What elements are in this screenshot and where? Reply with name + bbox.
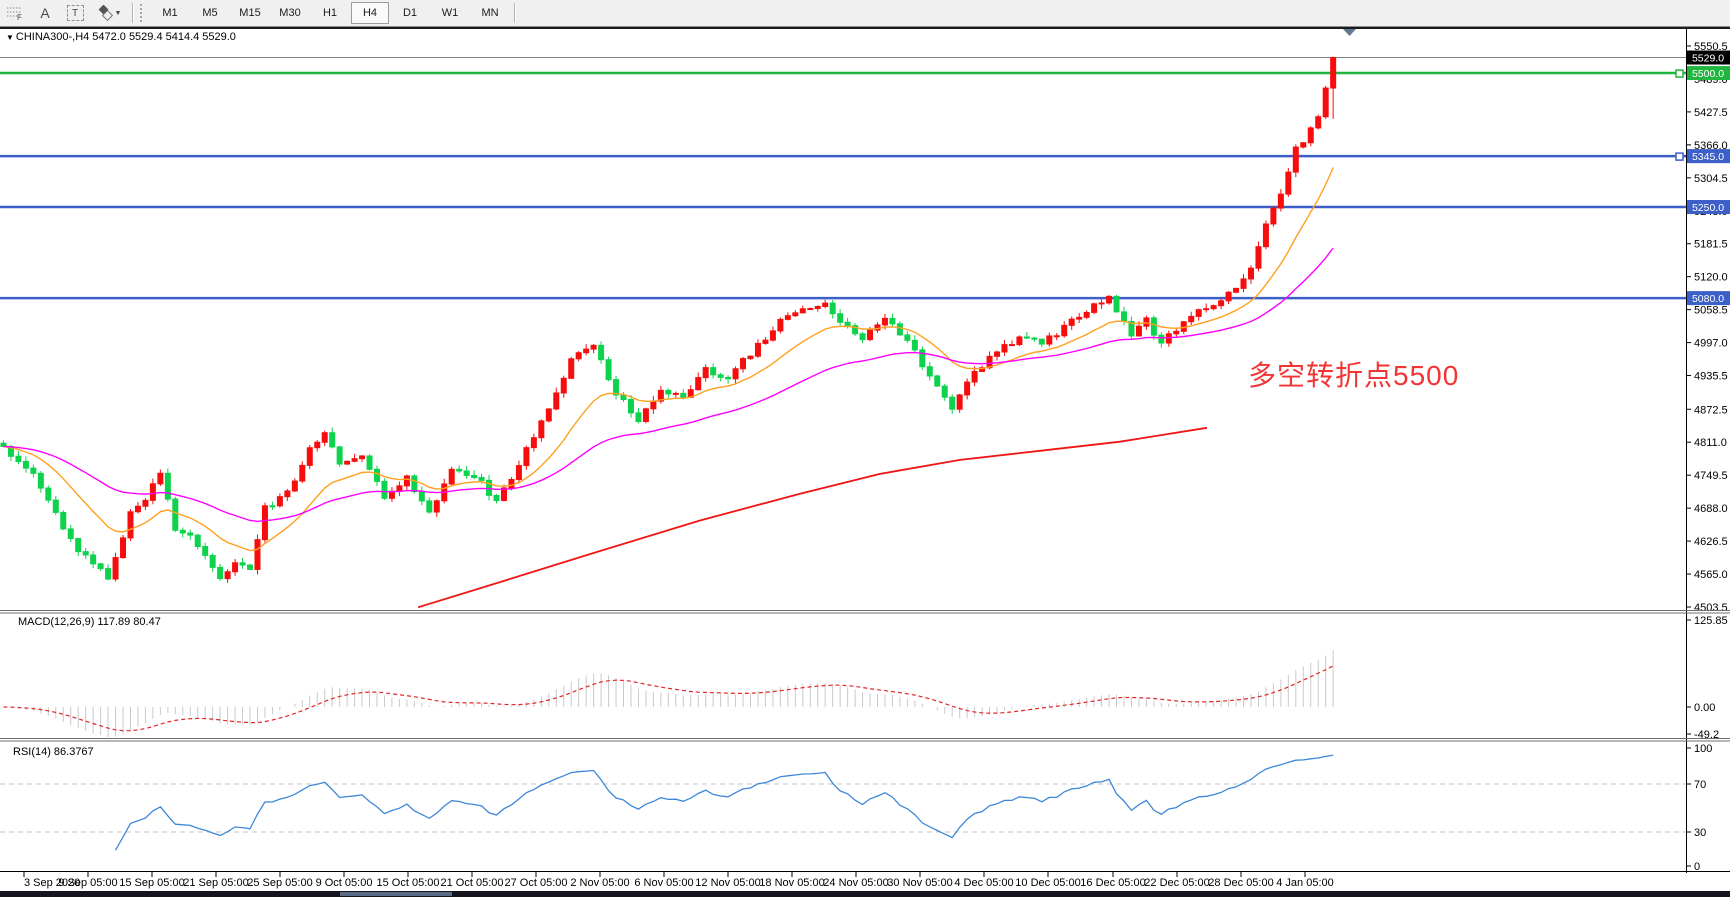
ma-slow-line <box>418 428 1207 608</box>
date-tick-label: 30 Nov 05:00 <box>887 877 952 889</box>
date-tick-label: 25 Sep 05:00 <box>247 877 312 889</box>
date-tick-label: 16 Dec 05:00 <box>1080 877 1145 889</box>
macd-label: MACD(12,26,9) <box>18 616 94 628</box>
price-tick-label: 4811.0 <box>1694 437 1727 449</box>
rsi-tick-label: 100 <box>1694 743 1712 755</box>
macd-tick-label: 125.85 <box>1694 615 1728 627</box>
tf-button-d1[interactable]: D1 <box>391 2 429 24</box>
rsi-tick-label: 30 <box>1694 827 1706 839</box>
symbol-dropdown-caret-icon[interactable]: ▼ <box>6 33 14 42</box>
diamonds-icon <box>97 5 113 21</box>
ohlc-high: 5529.4 <box>129 31 163 43</box>
rsi-pane: 10070300 <box>0 743 1712 873</box>
bid-price-label: 5529.0 <box>1692 53 1724 65</box>
date-tick-label: 18 Nov 05:00 <box>759 877 824 889</box>
text-label-tool-icon[interactable]: A <box>31 1 59 25</box>
date-tick-label: 10 Dec 05:00 <box>1015 877 1080 889</box>
fibonacci-tool-icon[interactable]: F <box>1 1 29 25</box>
macd-values: 117.89 80.47 <box>97 616 160 628</box>
tf-button-m15[interactable]: M15 <box>231 2 269 24</box>
chart-canvas[interactable]: 5550.55489.05427.55366.05304.55243.05181… <box>0 0 1730 897</box>
price-tick-label: 4688.0 <box>1694 503 1728 515</box>
date-tick-label: 4 Jan 05:00 <box>1276 877 1334 889</box>
date-tick-label: 28 Dec 05:00 <box>1208 877 1273 889</box>
ohlc-low: 5414.4 <box>166 31 200 43</box>
macd-tick-label: -49.2 <box>1694 729 1719 741</box>
tf-button-mn[interactable]: MN <box>471 2 509 24</box>
price-tick-label: 4872.5 <box>1694 404 1728 416</box>
fibonacci-icon: F <box>6 5 24 21</box>
dropdown-caret-icon: ▼ <box>115 10 122 17</box>
rsi-label: RSI(14) <box>13 746 51 758</box>
macd-pane-label: MACD(12,26,9)117.89 80.47 <box>18 616 164 628</box>
date-tick-label: 27 Oct 05:00 <box>505 877 568 889</box>
price-tick-label: 4503.5 <box>1694 602 1728 614</box>
price-badge-label: 5500.0 <box>1692 68 1724 80</box>
candles-layer <box>1 57 1336 583</box>
date-tick-label: 22 Dec 05:00 <box>1144 877 1209 889</box>
frame-and-dates: 3 Sep 20209 Sep 05:0015 Sep 05:0021 Sep … <box>0 28 1730 897</box>
date-tick-label: 24 Nov 05:00 <box>823 877 888 889</box>
price-badge-label: 5250.0 <box>1692 202 1724 214</box>
mt-terminal-window: { "toolbar": { "tools": [ {"name": "fibo… <box>0 0 1730 897</box>
price-axis: 5550.55489.05427.55366.05304.55243.05181… <box>1686 41 1730 614</box>
date-tick-label: 6 Nov 05:00 <box>634 877 693 889</box>
price-tick-label: 4997.0 <box>1694 338 1728 350</box>
date-tick-label: 21 Sep 05:00 <box>183 877 248 889</box>
price-badge-label: 5345.0 <box>1692 151 1724 163</box>
chart-shift-marker-icon[interactable] <box>1343 29 1356 36</box>
tf-button-m1[interactable]: M1 <box>151 2 189 24</box>
date-tick-label: 15 Oct 05:00 <box>377 877 440 889</box>
arrows-tool-icon[interactable]: ▼ <box>91 1 127 25</box>
rsi-value: 86.3767 <box>54 746 94 758</box>
moving-averages <box>4 168 1334 608</box>
rsi-tick-label: 70 <box>1694 779 1706 791</box>
date-tick-label: 15 Sep 05:00 <box>119 877 184 889</box>
toolbar-separator <box>514 3 515 23</box>
date-tick-label: 21 Oct 05:00 <box>441 877 504 889</box>
tf-button-w1[interactable]: W1 <box>431 2 469 24</box>
macd-pane: 125.85 0.00 -49.2 <box>4 615 1728 741</box>
ohlc-open: 5472.0 <box>92 31 126 43</box>
price-tick-label: 4749.5 <box>1694 470 1728 482</box>
price-tick-label: 5304.5 <box>1694 173 1728 185</box>
toolbar-separator <box>132 3 133 23</box>
price-tick-label: 5427.5 <box>1694 107 1728 119</box>
svg-text:F: F <box>17 13 22 21</box>
text-box-icon: T <box>67 5 84 21</box>
price-tick-label: 4935.5 <box>1694 371 1728 383</box>
date-tick-label: 9 Oct 05:00 <box>316 877 373 889</box>
chart-text-annotation[interactable]: 多空转折点5500 <box>1248 354 1459 394</box>
price-tick-label: 4626.5 <box>1694 536 1728 548</box>
chart-title: ▼CHINA300-,H45472.05529.45414.45529.0 <box>6 31 239 43</box>
text-tool-icon[interactable]: T <box>61 1 89 25</box>
rsi-line <box>116 755 1334 850</box>
toolbar: F A T ▼ M1 M5 M15 M30 H1 H4 D1 W1 MN <box>0 0 1730 27</box>
ohlc-close: 5529.0 <box>202 31 236 43</box>
rsi-pane-label: RSI(14)86.3767 <box>13 746 97 758</box>
price-tick-label: 5120.0 <box>1694 272 1728 284</box>
level-lines[interactable] <box>0 58 1686 299</box>
tf-button-h1[interactable]: H1 <box>311 2 349 24</box>
toolbar-grip[interactable] <box>140 4 147 22</box>
tf-button-m30[interactable]: M30 <box>271 2 309 24</box>
price-tick-label: 4565.0 <box>1694 569 1728 581</box>
hline-handle[interactable] <box>1676 70 1683 77</box>
date-tick-label: 9 Sep 05:00 <box>58 877 117 889</box>
tf-button-m5[interactable]: M5 <box>191 2 229 24</box>
date-tick-label: 2 Nov 05:00 <box>570 877 629 889</box>
price-tick-label: 5181.5 <box>1694 239 1728 251</box>
tf-button-h4[interactable]: H4 <box>351 2 389 24</box>
ma-mid-line <box>4 248 1334 521</box>
price-badge-label: 5080.0 <box>1692 293 1724 305</box>
ma-fast-line <box>4 168 1334 551</box>
date-tick-label: 4 Dec 05:00 <box>954 877 1013 889</box>
hline-handle[interactable] <box>1676 153 1683 160</box>
symbol-timeframe: CHINA300-,H4 <box>16 31 89 43</box>
date-tick-label: 12 Nov 05:00 <box>695 877 760 889</box>
macd-tick-label: 0.00 <box>1694 702 1715 714</box>
price-tick-label: 5058.5 <box>1694 305 1728 317</box>
